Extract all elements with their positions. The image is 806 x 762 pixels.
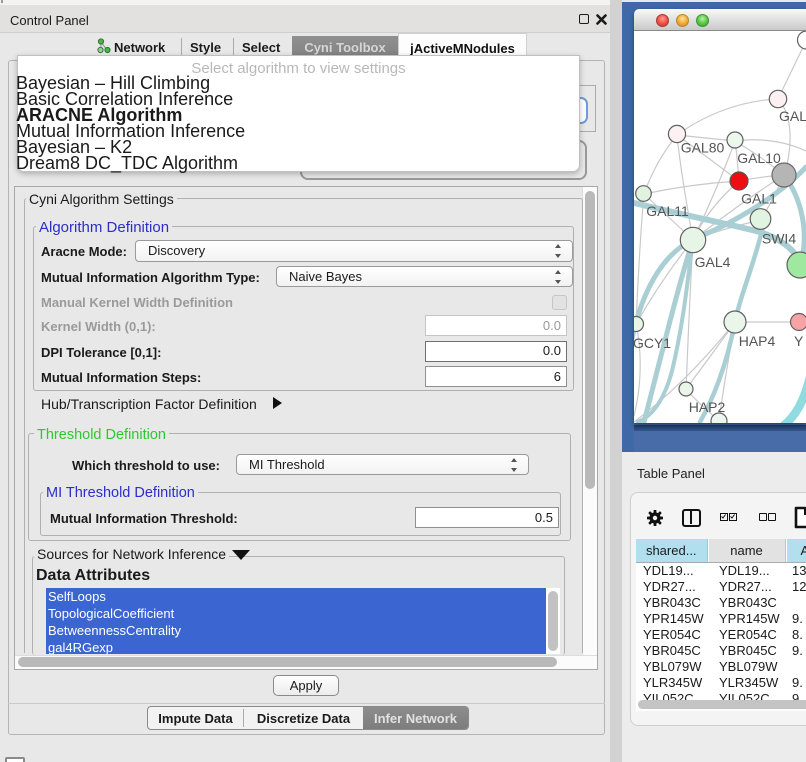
- svg-text:SWI4: SWI4: [762, 231, 796, 247]
- svg-text:HAP4: HAP4: [739, 333, 776, 349]
- svg-text:GAL11: GAL11: [646, 203, 689, 219]
- svg-text:GAL10: GAL10: [737, 150, 781, 166]
- svg-text:HAP2: HAP2: [689, 399, 726, 415]
- svg-text:GAL4: GAL4: [695, 254, 731, 270]
- svg-text:GCY1: GCY1: [634, 335, 671, 351]
- svg-text:Y: Y: [794, 333, 804, 349]
- svg-text:GAL1: GAL1: [741, 191, 777, 207]
- svg-text:GAL7: GAL7: [779, 108, 806, 124]
- svg-text:GAL80: GAL80: [681, 140, 725, 156]
